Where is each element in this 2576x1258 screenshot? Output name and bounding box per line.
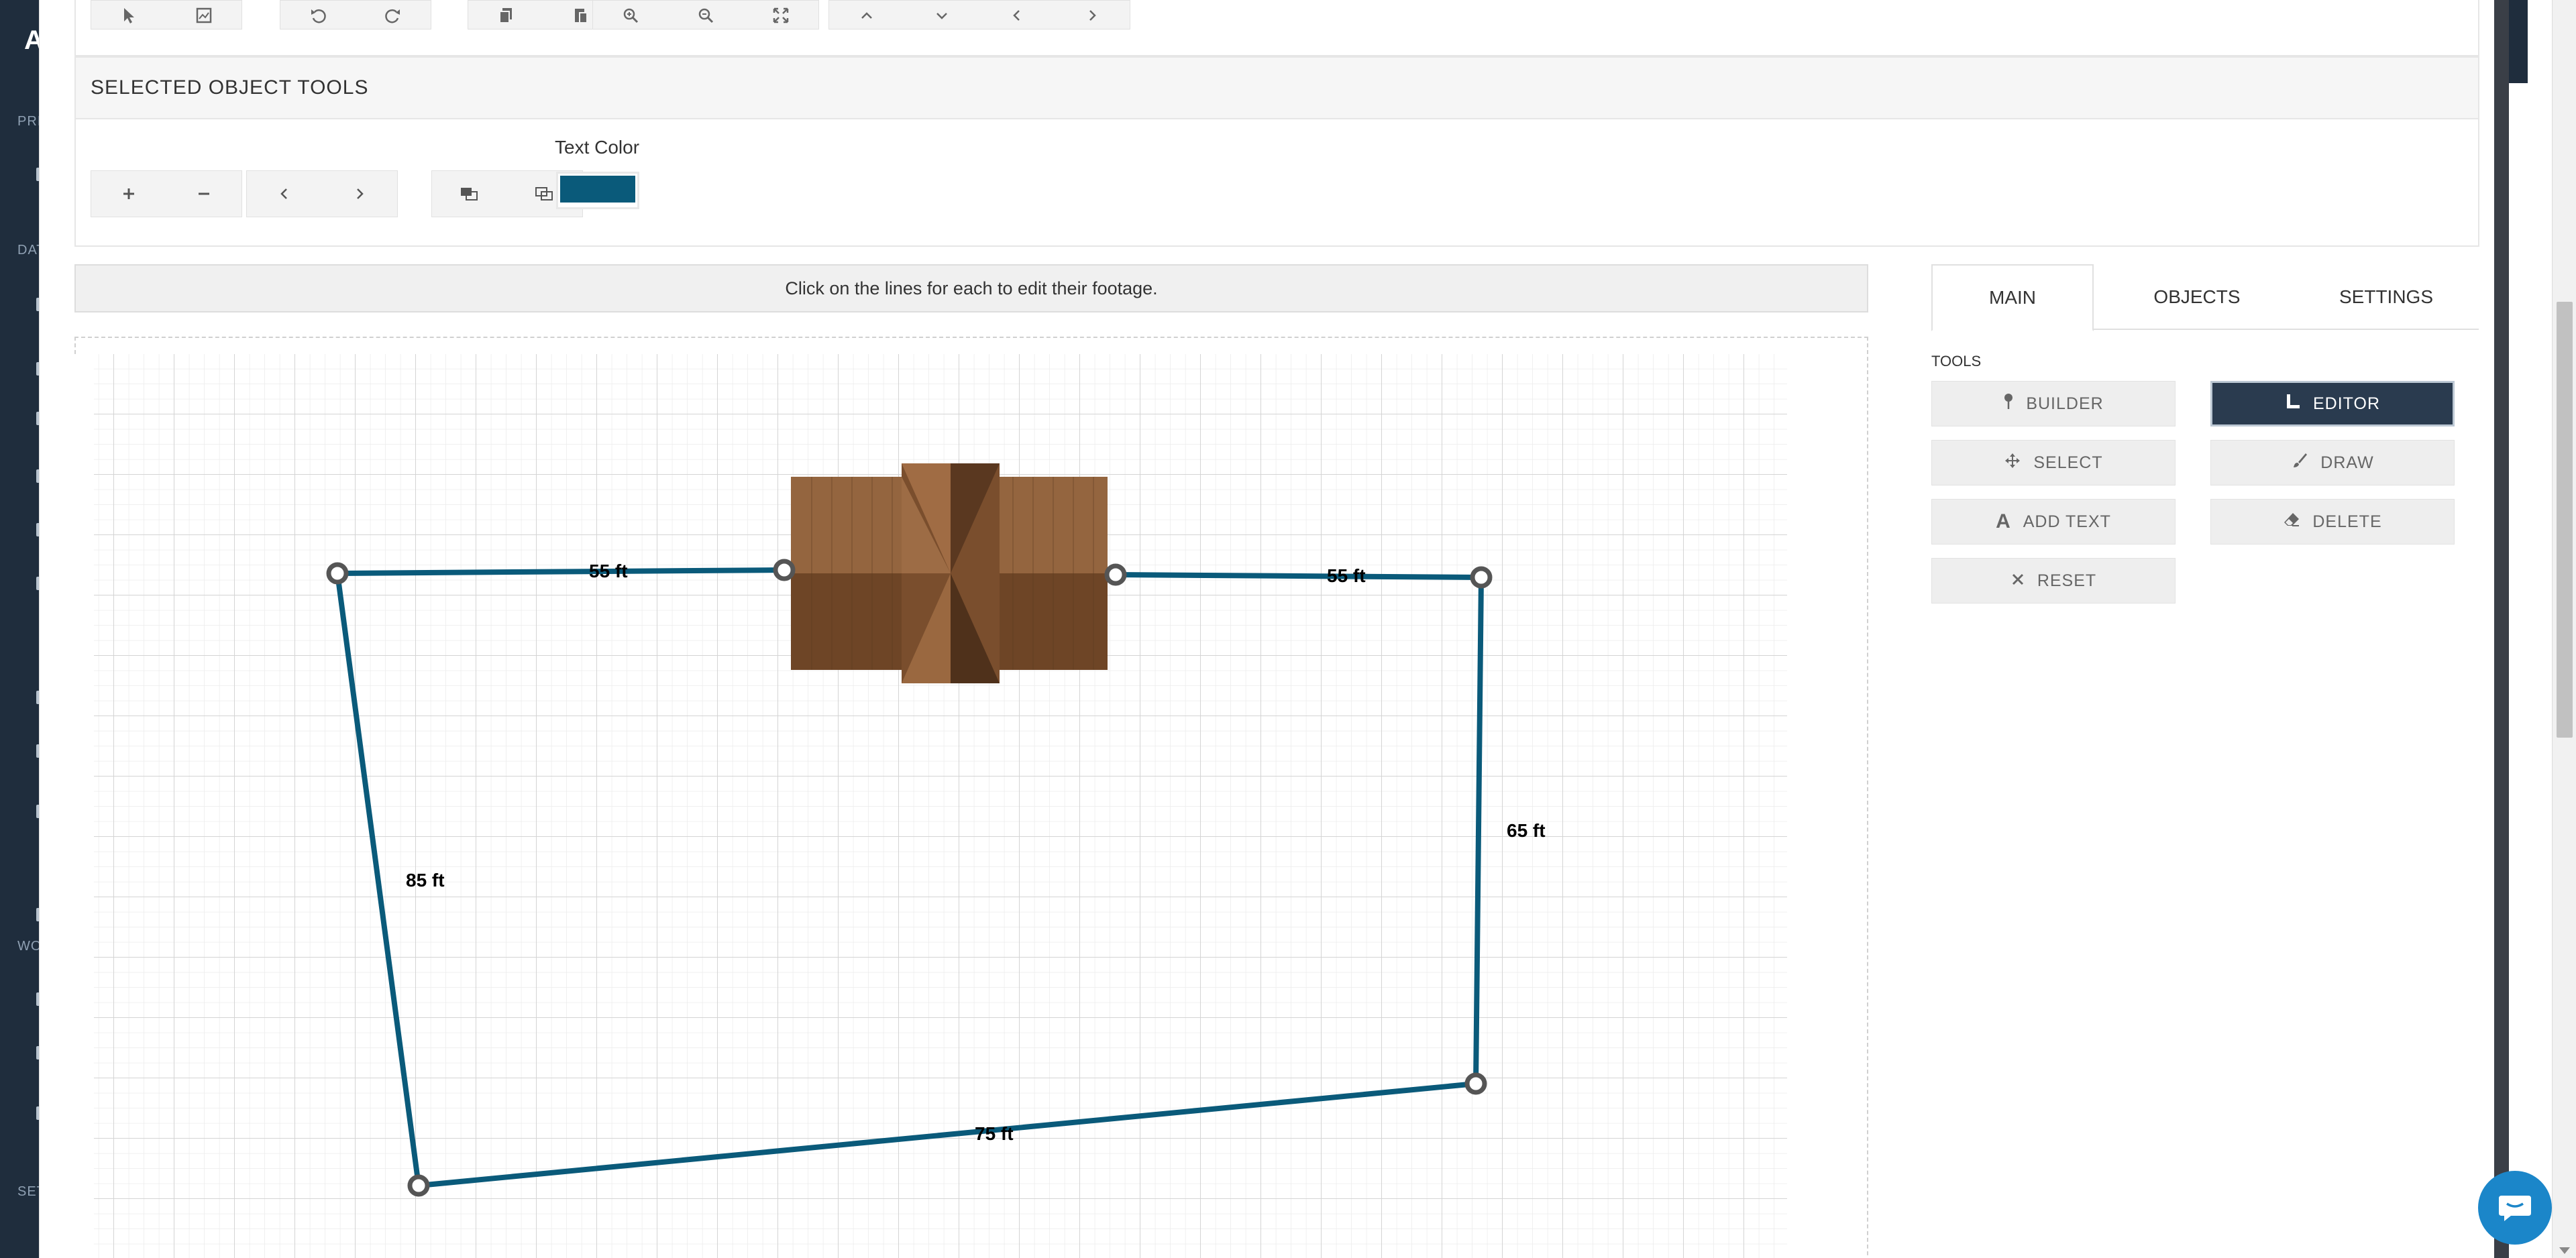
pointer-tool-button[interactable]: [91, 1, 166, 30]
copy-button[interactable]: [468, 1, 543, 30]
add-text-button[interactable]: A ADD TEXT: [1931, 499, 2176, 545]
fit-screen-button[interactable]: [743, 1, 818, 30]
undo-button[interactable]: [280, 1, 356, 30]
text-icon: A: [1996, 510, 2011, 532]
send-backward-button[interactable]: [432, 171, 507, 217]
move-down-button[interactable]: [904, 1, 979, 30]
close-icon: [2010, 571, 2025, 591]
vertex-handle[interactable]: [1464, 1072, 1487, 1095]
zoom-out-button[interactable]: [668, 1, 743, 30]
move-up-button[interactable]: [829, 1, 904, 30]
draw-button[interactable]: DRAW: [2210, 440, 2455, 485]
line-length-label[interactable]: 75 ft: [975, 1123, 1014, 1144]
zoom-in-button[interactable]: [593, 1, 668, 30]
sidebar-section-label: PRI: [17, 114, 42, 129]
history-tools-group: [280, 0, 431, 30]
redo-button[interactable]: [356, 1, 431, 30]
tab-main[interactable]: MAIN: [1931, 264, 2094, 331]
page-scrollbar[interactable]: [2552, 0, 2576, 1258]
scroll-down-arrow[interactable]: [2559, 1247, 2570, 1254]
zoom-tools-group: [592, 0, 819, 30]
vertex-handle[interactable]: [326, 562, 349, 585]
chat-icon: [2499, 1196, 2531, 1221]
property-line[interactable]: [337, 567, 785, 576]
selected-object-tools-title: SELECTED OBJECT TOOLS: [76, 58, 2478, 119]
rotate-right-button[interactable]: [322, 171, 397, 217]
select-button[interactable]: SELECT: [1931, 440, 2176, 485]
drawing-canvas[interactable]: 55 ft 55 ft 65 ft 75 ft 85 ft: [54, 354, 1787, 1258]
draw-button-label: DRAW: [2320, 453, 2374, 472]
background-header: [2509, 0, 2528, 83]
property-line[interactable]: [1115, 572, 1482, 580]
line-length-label[interactable]: 65 ft: [1507, 820, 1546, 841]
reset-button-label: RESET: [2037, 571, 2097, 590]
text-color-picker[interactable]: [556, 172, 639, 209]
app-sidebar: A PRI DAT WO SET: [0, 0, 45, 1258]
line-length-label[interactable]: 85 ft: [406, 870, 445, 891]
arrange-tools-group: [828, 0, 1130, 30]
pin-icon: [2003, 393, 2014, 415]
tab-objects[interactable]: OBJECTS: [2107, 264, 2287, 330]
selection-tools-group: [91, 0, 242, 30]
scale-tools-group: [91, 170, 242, 217]
vertex-handle[interactable]: [407, 1174, 430, 1197]
editor-button[interactable]: EDITOR: [2210, 381, 2455, 426]
house-roof-object[interactable]: [791, 463, 1108, 683]
builder-button-label: BUILDER: [2026, 394, 2104, 413]
scale-up-button[interactable]: [91, 171, 166, 217]
select-button-label: SELECT: [2033, 453, 2103, 472]
image-tool-button[interactable]: [166, 1, 241, 30]
move-right-button[interactable]: [1055, 1, 1130, 30]
vertex-handle[interactable]: [1470, 566, 1493, 589]
delete-button-label: DELETE: [2312, 512, 2382, 531]
tab-bar: MAIN OBJECTS SETTINGS: [1931, 264, 2479, 331]
tools-section-label: TOOLS: [1931, 353, 1982, 369]
rotate-tools-group: [246, 170, 398, 217]
vertex-handle[interactable]: [1104, 563, 1127, 586]
ruler-icon: [2285, 393, 2301, 415]
eraser-icon: [2283, 512, 2300, 532]
text-color-label: Text Color: [555, 137, 640, 158]
move-left-button[interactable]: [979, 1, 1055, 30]
hint-bar: Click on the lines for each to edit thei…: [74, 264, 1868, 312]
scrollbar-thumb[interactable]: [2557, 302, 2573, 738]
builder-button[interactable]: BUILDER: [1931, 381, 2176, 426]
tab-settings[interactable]: SETTINGS: [2294, 264, 2479, 330]
rotate-left-button[interactable]: [247, 171, 322, 217]
line-length-label[interactable]: 55 ft: [1327, 565, 1366, 586]
reset-button[interactable]: RESET: [1931, 558, 2176, 604]
editor-button-label: EDITOR: [2313, 394, 2380, 413]
chat-button[interactable]: [2478, 1171, 2552, 1245]
scale-down-button[interactable]: [166, 171, 241, 217]
line-length-label[interactable]: 55 ft: [589, 561, 628, 581]
selected-object-tools-panel: SELECTED OBJECT TOOLS Text Color: [74, 56, 2479, 247]
vertex-handle[interactable]: [773, 559, 796, 581]
add-text-button-label: ADD TEXT: [2023, 512, 2111, 531]
main-toolbar-panel: [74, 0, 2479, 56]
delete-button[interactable]: DELETE: [2210, 499, 2455, 545]
brush-icon: [2291, 452, 2308, 474]
move-icon: [2004, 452, 2021, 474]
sidebar-section-label: WO: [17, 939, 42, 954]
